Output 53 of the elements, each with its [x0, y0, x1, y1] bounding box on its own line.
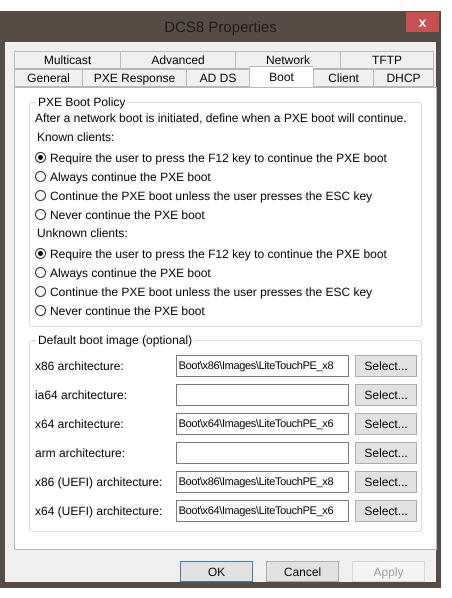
tab[interactable]: TFTP [340, 51, 434, 69]
group-label: Unknown clients: [37, 226, 129, 240]
tab[interactable]: Boot [249, 66, 313, 87]
field-label: ia64 architecture: [35, 388, 128, 402]
radio-button[interactable] [35, 209, 46, 220]
radio-label[interactable]: Continue the PXE boot unless the user presses the ESC key [50, 284, 372, 298]
tab[interactable]: Multicast [14, 51, 120, 69]
group-title: Default boot image (optional) [36, 333, 194, 347]
radio-label[interactable]: Continue the PXE boot unless the user presses the ESC key [50, 188, 372, 202]
input-field[interactable]: Boot\x86\Images\LiteTouchPE_x8 [176, 354, 350, 376]
select-button[interactable]: Select... [355, 412, 418, 434]
field-label: x64 (UEFI) architecture: [35, 504, 164, 518]
radio-label[interactable]: Always continue the PXE boot [50, 266, 211, 280]
dialog-button[interactable]: OK [180, 561, 253, 582]
radio-label[interactable]: Never continue the PXE boot [50, 208, 205, 222]
close-button[interactable]: x [406, 12, 439, 32]
radio-button[interactable] [35, 152, 46, 163]
field-label: x86 architecture: [35, 358, 125, 372]
input-field[interactable]: Boot\x64\Images\LiteTouchPE_x6 [176, 500, 350, 522]
radio-button[interactable] [35, 190, 46, 201]
select-button[interactable]: Select... [355, 470, 418, 492]
dialog-button[interactable]: Cancel [266, 561, 339, 582]
group-label: Known clients: [37, 130, 116, 144]
field-label: x86 (UEFI) architecture: [35, 474, 164, 488]
input-field[interactable] [176, 442, 350, 464]
radio-label[interactable]: Always continue the PXE boot [50, 170, 211, 184]
radio-label[interactable]: Require the user to press the F12 key to continue the PXE boot [50, 246, 387, 260]
tab[interactable]: DHCP [373, 69, 434, 87]
select-button[interactable]: Select... [355, 354, 418, 376]
radio-button[interactable] [35, 305, 46, 316]
radio-button[interactable] [35, 248, 46, 259]
radio-button[interactable] [35, 286, 46, 297]
input-field[interactable]: Boot\x86\Images\LiteTouchPE_x8 [176, 470, 350, 492]
input-field[interactable]: Boot\x64\Images\LiteTouchPE_x6 [176, 412, 350, 434]
tab[interactable]: Network [235, 51, 340, 69]
tab[interactable]: Client [313, 69, 373, 87]
radio-label[interactable]: Require the user to press the F12 key to continue the PXE boot [50, 150, 387, 164]
select-button[interactable]: Select... [355, 384, 418, 406]
field-label: x64 architecture: [35, 416, 125, 430]
window-title: DCS8 Properties [164, 19, 277, 36]
select-button[interactable]: Select... [355, 442, 418, 464]
tab[interactable]: AD DS [186, 69, 249, 87]
description-text: After a network boot is initiated, define when a PXE boot will continue. [35, 111, 408, 125]
radio-button[interactable] [35, 267, 46, 278]
field-label: arm architecture: [35, 446, 126, 460]
group-title: PXE Boot Policy [36, 95, 128, 109]
tab[interactable]: PXE Response [82, 69, 186, 87]
radio-label[interactable]: Never continue the PXE boot [50, 304, 205, 318]
input-field[interactable] [176, 384, 350, 406]
tab[interactable]: Advanced [120, 51, 235, 69]
radio-button[interactable] [35, 171, 46, 182]
select-button[interactable]: Select... [355, 500, 418, 522]
tab[interactable]: General [14, 69, 82, 87]
